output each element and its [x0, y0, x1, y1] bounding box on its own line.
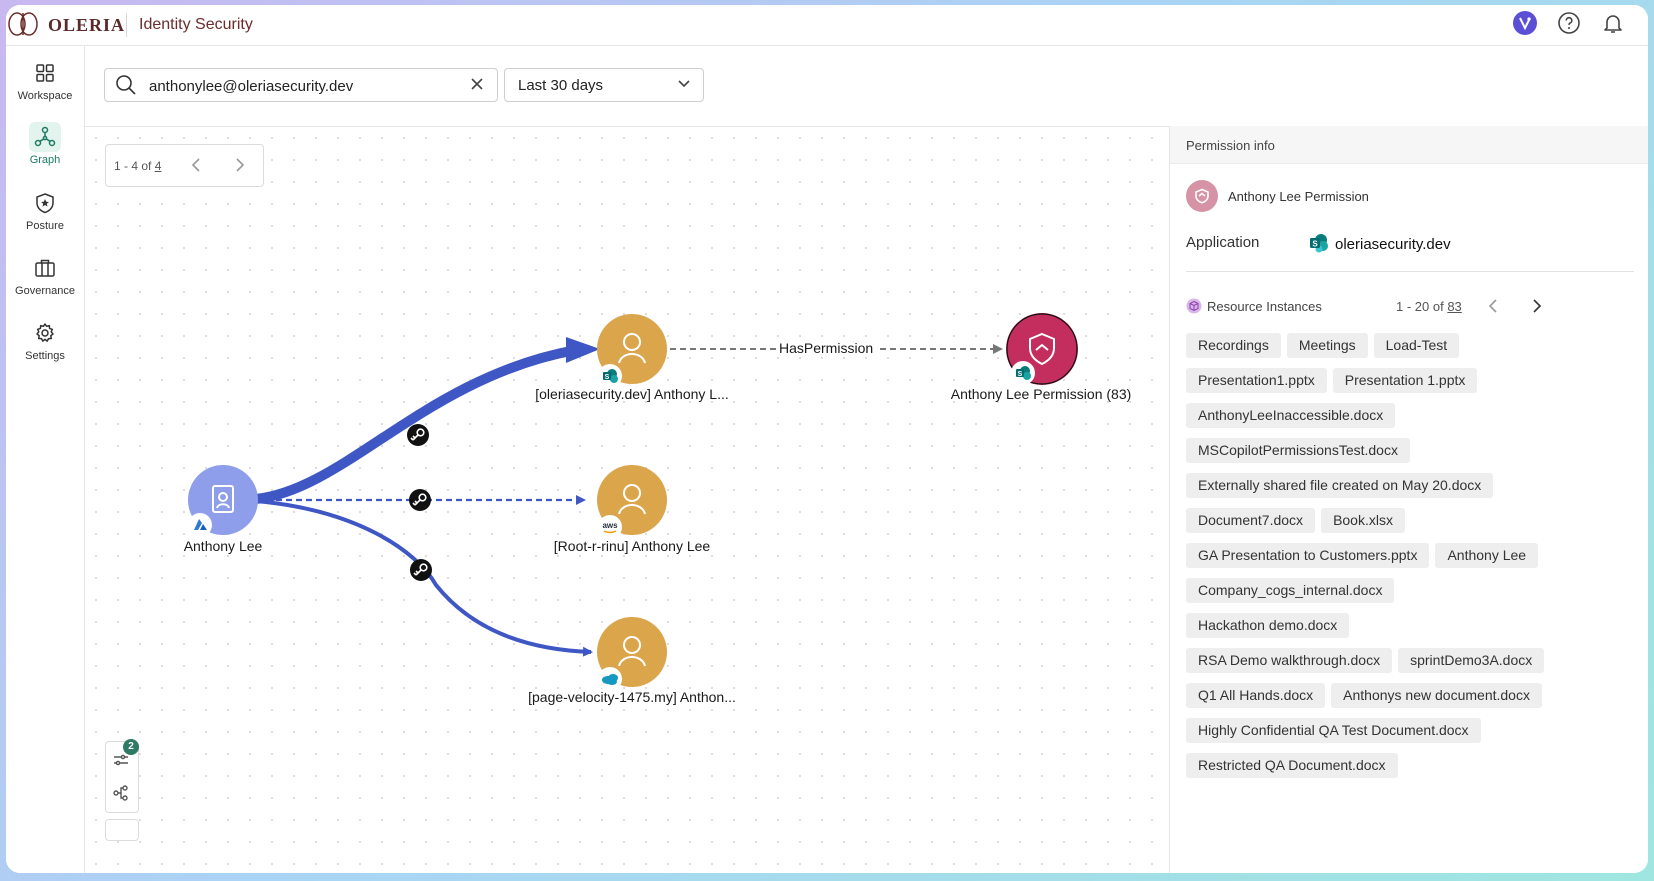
permission-avatar — [1186, 180, 1218, 212]
svg-text:S: S — [605, 374, 610, 381]
panel-title: Permission info — [1186, 138, 1275, 153]
filter-sliders-icon[interactable] — [113, 752, 129, 768]
sharepoint-badge-icon: S — [1011, 361, 1035, 385]
sharepoint-icon: S — [1310, 234, 1328, 253]
resource-chip[interactable]: Load-Test — [1373, 333, 1460, 358]
resource-chip[interactable]: Meetings — [1286, 333, 1368, 358]
resource-chip[interactable]: Presentation1.pptx — [1186, 368, 1327, 393]
cube-icon — [1186, 298, 1202, 314]
shield-icon — [1195, 188, 1209, 204]
resource-chips: Recordings Meetings Load-Test Presentation1… — [1186, 333, 1546, 778]
edge-label-has-permission: HasPermission — [776, 340, 877, 356]
node-permission: S — [1006, 313, 1078, 385]
resource-instances-title: Resource Instances — [1207, 299, 1322, 314]
sharepoint-badge-icon: S — [598, 364, 622, 388]
resource-chip[interactable]: Recordings — [1186, 333, 1281, 358]
resource-chip[interactable]: RSA Demo walkthrough.docx — [1186, 648, 1393, 673]
panel-divider — [1186, 271, 1634, 272]
panel-header: Permission info — [1170, 126, 1648, 164]
resource-chip[interactable]: Document7.docx — [1186, 508, 1316, 533]
resource-chip[interactable]: Highly Confidential QA Test Document.doc… — [1186, 718, 1481, 743]
graph-tools-extra[interactable] — [105, 819, 139, 841]
application-label: Application — [1186, 234, 1260, 251]
svg-text:S: S — [1018, 371, 1023, 378]
resource-chip[interactable]: MSCopilotPermissionsTest.docx — [1186, 438, 1410, 463]
svg-text:S: S — [1312, 240, 1318, 249]
azure-badge-icon — [188, 513, 212, 537]
chevron-right-icon[interactable] — [1529, 298, 1543, 314]
node-label-permission[interactable]: Anthony Lee Permission (83) — [951, 386, 1132, 402]
key-icon — [410, 559, 432, 581]
resource-chip[interactable]: AnthonyLeeInaccessible.docx — [1186, 403, 1396, 428]
resource-chip[interactable]: sprintDemo3A.docx — [1398, 648, 1545, 673]
svg-text:aws: aws — [602, 521, 618, 530]
resource-chip[interactable]: GA Presentation to Customers.pptx — [1186, 543, 1430, 568]
filter-count-badge: 2 — [123, 739, 139, 755]
resource-chip[interactable]: Q1 All Hands.docx — [1186, 683, 1326, 708]
resource-chip[interactable]: Company_cogs_internal.docx — [1186, 578, 1395, 603]
key-icon — [409, 489, 431, 511]
chevron-left-icon[interactable] — [1487, 298, 1501, 314]
permission-name: Anthony Lee Permission — [1228, 189, 1369, 204]
resource-pager-text: 1 - 20 of 83 — [1396, 299, 1462, 314]
resource-chip[interactable]: Hackathon demo.docx — [1186, 613, 1350, 638]
application-value[interactable]: oleriasecurity.dev — [1335, 236, 1451, 253]
node-label-aws-user[interactable]: [Root-r-rinu] Anthony Lee — [554, 538, 710, 554]
resource-chip[interactable]: Anthonys new document.docx — [1331, 683, 1542, 708]
node-anthony-lee — [188, 465, 258, 537]
node-salesforce-user — [597, 617, 667, 691]
resource-chip[interactable]: Book.xlsx — [1321, 508, 1405, 533]
resource-chip[interactable]: Anthony Lee — [1435, 543, 1539, 568]
node-label-salesforce-user[interactable]: [page-velocity-1475.my] Anthon... — [528, 689, 736, 705]
arrow-head-sharepoint — [566, 337, 600, 363]
salesforce-badge-icon — [598, 667, 622, 691]
node-sharepoint-user: S — [597, 314, 667, 388]
node-aws-user: aws — [597, 465, 667, 539]
permission-info-panel: Permission info Anthony Lee Permission A… — [1169, 126, 1648, 873]
layout-icon[interactable] — [113, 785, 129, 801]
node-label-sharepoint-user[interactable]: [oleriasecurity.dev] Anthony L... — [535, 386, 729, 402]
resource-chip[interactable]: Restricted QA Document.docx — [1186, 753, 1398, 778]
key-icon — [407, 424, 429, 446]
resource-chip[interactable]: Presentation 1.pptx — [1332, 368, 1478, 393]
app-window: OLERIA Identity Security Workspace Graph… — [6, 5, 1648, 873]
resource-chip[interactable]: Externally shared file created on May 20… — [1186, 473, 1494, 498]
node-label-source[interactable]: Anthony Lee — [184, 538, 263, 554]
aws-badge-icon: aws — [598, 515, 622, 539]
